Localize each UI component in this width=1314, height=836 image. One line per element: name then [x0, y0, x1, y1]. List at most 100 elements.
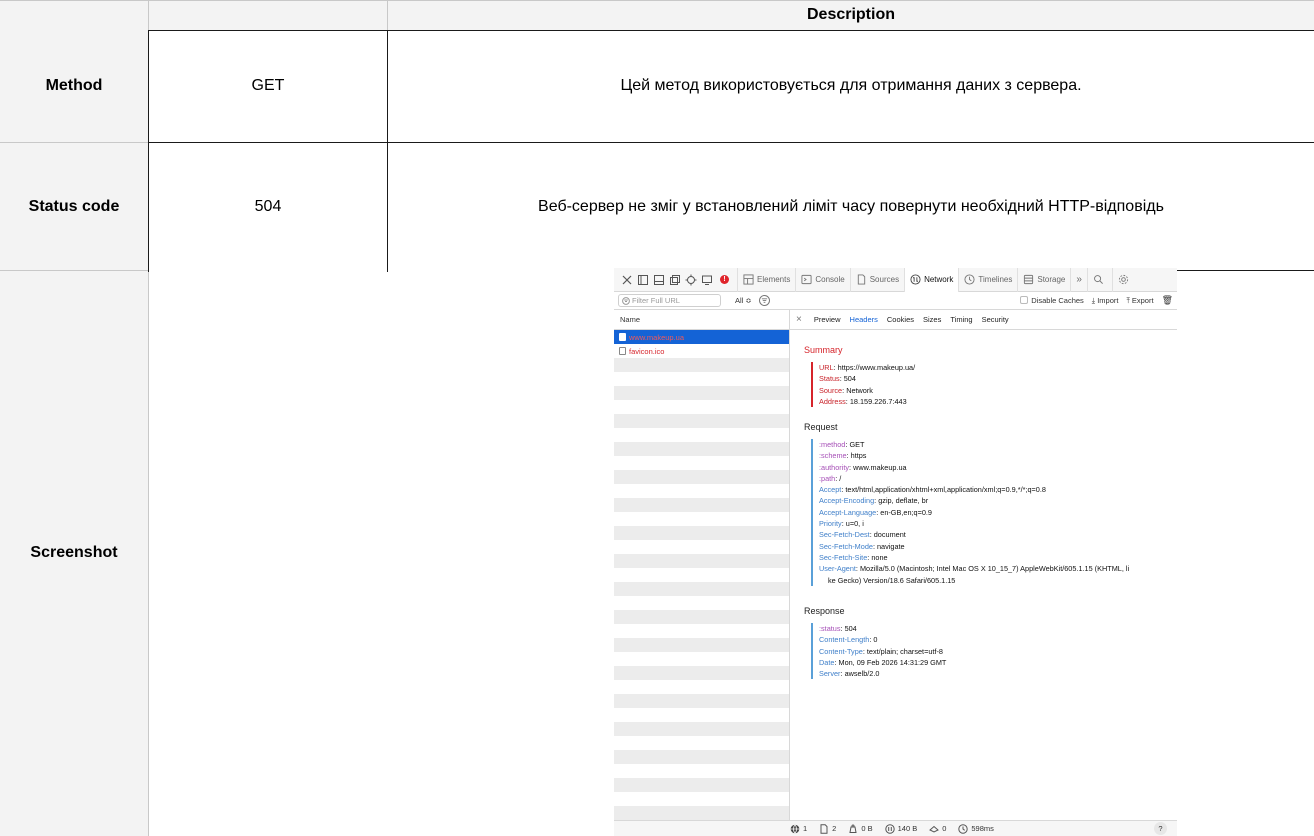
- empty-list-row: [614, 736, 789, 750]
- console-icon: [801, 274, 812, 285]
- more-tabs-icon[interactable]: »: [1070, 268, 1087, 292]
- tab-cookies[interactable]: Cookies: [887, 315, 914, 324]
- method-description: Цей метод використовується для отримання…: [620, 77, 1082, 94]
- summary-item: Source: Network: [819, 385, 873, 395]
- url-filter-input[interactable]: Filter Full URL: [618, 294, 721, 307]
- request-headers-list: :method: GET :scheme: https :authority: …: [811, 439, 1129, 586]
- filter-options-icon[interactable]: [758, 295, 770, 306]
- empty-list-row: [614, 638, 789, 652]
- header-item-continued: ke Gecko) Version/18.6 Safari/605.1.15: [828, 575, 956, 585]
- tab-network[interactable]: Network: [904, 268, 959, 292]
- header-item: :scheme: https: [819, 451, 867, 461]
- sources-icon: [857, 274, 865, 285]
- request-row-document[interactable]: www.makeup.ua: [614, 330, 789, 344]
- tab-console[interactable]: Console: [795, 268, 849, 292]
- empty-list-row: [614, 414, 789, 428]
- export-button[interactable]: ⤒ Export: [1126, 296, 1153, 306]
- summary-title: Summary: [804, 345, 843, 355]
- document-icon: [619, 333, 626, 341]
- network-icon: [910, 274, 921, 285]
- empty-list-row: [614, 750, 789, 764]
- empty-rows: [614, 358, 789, 820]
- request-title: Request: [804, 422, 838, 432]
- header-item: Server: awselb/2.0: [819, 669, 880, 679]
- tab-elements[interactable]: Elements: [737, 268, 795, 292]
- empty-list-row: [614, 526, 789, 540]
- empty-list-row: [614, 708, 789, 722]
- network-filter-bar: Filter Full URL All ≎ Disable Caches ⤓ I…: [614, 292, 1177, 310]
- storage-icon: [1024, 274, 1034, 285]
- weight-icon: [849, 824, 857, 833]
- tab-timelines[interactable]: Timelines: [958, 268, 1017, 292]
- size-stat: 140 B: [884, 823, 917, 834]
- close-icon[interactable]: [619, 272, 635, 288]
- empty-list-row: [614, 442, 789, 456]
- time-stat: 598ms: [958, 823, 994, 834]
- close-details-icon[interactable]: ×: [796, 314, 802, 325]
- empty-list-row: [614, 806, 789, 820]
- web-inspector-screenshot: ! Elements Console Sources Network Timel…: [614, 268, 1177, 836]
- method-value: GET: [251, 77, 285, 94]
- response-title: Response: [804, 606, 845, 616]
- request-row-favicon[interactable]: favicon.ico: [614, 344, 789, 358]
- globe-icon: [790, 823, 800, 834]
- summary-item: Address: 18.159.226.7:443: [819, 396, 907, 406]
- transferred-stat: 0 B: [848, 824, 873, 834]
- gear-icon[interactable]: [1111, 268, 1137, 292]
- image-file-icon: [619, 347, 626, 355]
- col-divider: [148, 0, 149, 30]
- search-icon[interactable]: [1086, 268, 1112, 292]
- device-icon[interactable]: [699, 272, 715, 288]
- header-item: Content-Type: text/plain; charset=utf-8: [819, 646, 943, 656]
- dock-side-icon[interactable]: [635, 272, 651, 288]
- empty-list-row: [614, 456, 789, 470]
- request-details: × Preview Headers Cookies Sizes Timing S…: [790, 310, 1177, 820]
- elements-icon: [743, 274, 754, 285]
- empty-list-row: [614, 680, 789, 694]
- clear-log-icon[interactable]: 🗑︎: [1162, 295, 1173, 306]
- import-button[interactable]: ⤓ Import: [1092, 296, 1119, 306]
- col-divider: [148, 270, 149, 836]
- tab-preview[interactable]: Preview: [814, 315, 841, 324]
- summary-list: URL: https://www.makeup.ua/ Status: 504 …: [811, 362, 915, 408]
- empty-list-row: [614, 386, 789, 400]
- tab-timing[interactable]: Timing: [950, 315, 972, 324]
- header-item: Priority: u=0, i: [819, 519, 864, 529]
- header-item: Content-Length: 0: [819, 635, 878, 645]
- tab-storage[interactable]: Storage: [1017, 268, 1070, 292]
- empty-list-row: [614, 764, 789, 778]
- header-item: Sec-Fetch-Dest: document: [819, 530, 906, 540]
- resource-type-select[interactable]: All ≎: [735, 296, 752, 305]
- crosshair-icon[interactable]: [683, 272, 699, 288]
- header-item: Sec-Fetch-Mode: navigate: [819, 541, 905, 551]
- cached-stat: 0: [929, 824, 946, 834]
- inspector-toolbar: ! Elements Console Sources Network Timel…: [614, 268, 1177, 292]
- empty-list-row: [614, 652, 789, 666]
- network-status-bar: 1 2 0 B 140 B 0 598ms ?: [614, 820, 1177, 836]
- tab-headers[interactable]: Headers: [850, 315, 878, 324]
- network-icon: [884, 823, 895, 834]
- method-label: Method: [45, 77, 103, 94]
- disable-caches-checkbox[interactable]: Disable Caches: [1020, 296, 1084, 305]
- help-button[interactable]: ?: [1154, 822, 1167, 835]
- resources-stat: 2: [819, 823, 836, 834]
- summary-item: Status: 504: [819, 374, 856, 384]
- empty-list-row: [614, 512, 789, 526]
- empty-list-row: [614, 554, 789, 568]
- empty-list-row: [614, 582, 789, 596]
- name-column-header[interactable]: Name: [614, 310, 789, 330]
- screenshot-label: Screenshot: [30, 544, 118, 561]
- status-code-value: 504: [254, 198, 282, 215]
- header-item: Accept-Encoding: gzip, deflate, br: [819, 496, 929, 506]
- empty-list-row: [614, 624, 789, 638]
- tab-sources[interactable]: Sources: [849, 268, 904, 292]
- error-badge-icon[interactable]: !: [720, 275, 729, 284]
- empty-list-row: [614, 400, 789, 414]
- detail-tab-bar: × Preview Headers Cookies Sizes Timing S…: [790, 310, 1177, 330]
- dock-bottom-icon[interactable]: [651, 272, 667, 288]
- undock-icon[interactable]: [667, 272, 683, 288]
- header-item: Date: Mon, 09 Feb 2026 14:31:29 GMT: [819, 657, 947, 667]
- tab-sizes[interactable]: Sizes: [923, 315, 941, 324]
- empty-list-row: [614, 792, 789, 806]
- tab-security[interactable]: Security: [982, 315, 1009, 324]
